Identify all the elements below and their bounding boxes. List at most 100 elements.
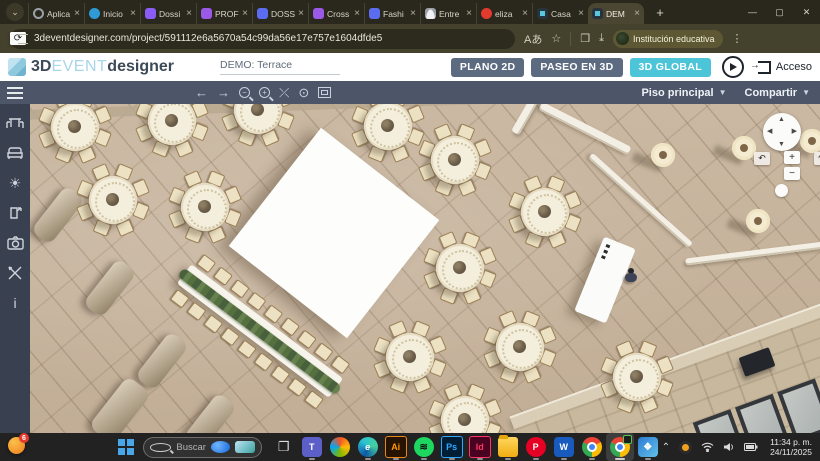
bookmark-star-icon[interactable]: ☆ xyxy=(551,32,561,45)
tab-close-icon[interactable]: × xyxy=(354,8,360,19)
hamburger-menu-icon[interactable] xyxy=(0,91,30,94)
zoom-in-button[interactable]: + xyxy=(784,151,800,164)
teams-taskbar-item[interactable]: T xyxy=(298,433,326,461)
browser-tab-aplica[interactable]: Aplica × xyxy=(28,3,84,24)
camera-icon[interactable] xyxy=(6,234,24,252)
word-taskbar-item[interactable]: W xyxy=(550,433,578,461)
view-button-plano-2d[interactable]: PLANO 2D xyxy=(450,57,525,77)
photoshop-taskbar-item[interactable]: Ps xyxy=(438,433,466,461)
tab-close-icon[interactable]: × xyxy=(242,8,248,19)
person-figure[interactable] xyxy=(625,268,637,283)
maximize-window-icon[interactable]: ▢ xyxy=(766,0,793,24)
tools-icon[interactable] xyxy=(6,264,24,282)
rotate-left-icon[interactable]: ↶ xyxy=(754,152,770,165)
hidden-icons-chevron[interactable]: ⌃ xyxy=(662,442,670,453)
zoom-in-icon[interactable]: + xyxy=(259,87,270,98)
export-icon[interactable] xyxy=(6,204,24,222)
floor-dropdown[interactable]: Piso principal ▼ xyxy=(641,87,726,99)
chair[interactable] xyxy=(203,314,224,334)
project-name-input[interactable]: DEMO: Terrace xyxy=(219,59,340,75)
view-button-3d-global[interactable]: 3D GLOBAL xyxy=(629,57,711,77)
taskbar-search[interactable]: Buscar xyxy=(143,436,262,458)
tab-close-icon[interactable]: × xyxy=(634,8,640,19)
access-button[interactable]: Acceso xyxy=(750,60,812,74)
zoom-out-icon[interactable]: − xyxy=(239,87,250,98)
chair[interactable] xyxy=(296,329,317,350)
url-text[interactable]: 3deventdesigner.com/project/591112e6a567… xyxy=(34,33,382,44)
pan-up-icon[interactable]: ▲ xyxy=(778,116,785,123)
browser-tab-dossi[interactable]: Dossi × xyxy=(140,3,196,24)
browser-tab-eliza[interactable]: eliza × xyxy=(476,3,532,24)
volume-icon[interactable] xyxy=(723,442,735,452)
copilot-taskbar-item[interactable] xyxy=(326,433,354,461)
photos-taskbar-item[interactable]: ❖ xyxy=(634,433,662,461)
translate-icon[interactable]: Aあ xyxy=(524,31,542,47)
undo-arrow-icon[interactable]: ← xyxy=(195,86,208,99)
notification-bubble[interactable]: 6 xyxy=(8,433,29,454)
minimize-window-icon[interactable]: — xyxy=(739,0,766,24)
wifi-icon[interactable] xyxy=(701,442,714,452)
sun-icon[interactable]: ☀ xyxy=(6,174,24,192)
browser-profile-chip[interactable]: Institución educativa xyxy=(612,29,723,48)
tab-groups-icon[interactable]: ❒ xyxy=(580,32,590,45)
center-view-icon[interactable]: ⊙ xyxy=(298,86,309,99)
chair[interactable] xyxy=(246,291,267,312)
edge-taskbar-item[interactable]: e xyxy=(354,433,382,461)
tab-close-icon[interactable]: × xyxy=(522,8,528,19)
frame-view-icon[interactable] xyxy=(318,87,332,98)
chair[interactable] xyxy=(169,289,190,309)
new-tab-button[interactable]: + xyxy=(650,2,670,22)
illustrator-taskbar-item[interactable]: Ai xyxy=(382,433,410,461)
redo-arrow-icon[interactable]: → xyxy=(217,86,230,99)
chair[interactable] xyxy=(236,339,257,359)
browser-tab-doss[interactable]: DOSS × xyxy=(252,3,308,24)
chair[interactable] xyxy=(270,364,291,385)
tab-close-icon[interactable]: × xyxy=(410,8,416,19)
app-logo[interactable]: 3D EVENT designer xyxy=(8,58,174,76)
expand-icon[interactable]: ⤫ xyxy=(279,86,289,99)
chair[interactable] xyxy=(229,279,250,299)
pan-left-icon[interactable]: ◀ xyxy=(767,127,772,135)
browser-tab-fashi[interactable]: Fashi × xyxy=(364,3,420,24)
table-furniture-icon[interactable] xyxy=(6,114,24,132)
battery-icon[interactable] xyxy=(744,443,758,451)
chrome-active-taskbar-item[interactable] xyxy=(605,433,634,461)
browser-tab-prof[interactable]: PROF × xyxy=(196,3,252,24)
chair[interactable] xyxy=(263,304,284,324)
chair[interactable] xyxy=(220,326,240,347)
search-highlight-icon[interactable] xyxy=(235,441,255,453)
tab-close-icon[interactable]: × xyxy=(466,8,472,19)
browser-tab-inicio[interactable]: Inicio × xyxy=(84,3,140,24)
scene-canvas[interactable]: ▲ ▼ ◀ ▶ ↶ + ↷ − xyxy=(30,104,820,433)
tilt-ball-control[interactable] xyxy=(775,184,788,197)
tab-close-icon[interactable]: × xyxy=(298,8,304,19)
chair[interactable] xyxy=(304,390,324,410)
tab-close-icon[interactable]: × xyxy=(130,8,136,19)
chair[interactable] xyxy=(313,342,334,362)
url-field[interactable]: 3deventdesigner.com/project/591112e6a567… xyxy=(10,28,515,49)
tab-close-icon[interactable]: × xyxy=(578,8,584,19)
browser-tab-entre[interactable]: Entre × xyxy=(420,3,476,24)
download-icon[interactable]: ⤓ xyxy=(599,32,604,45)
zoom-out-button[interactable]: − xyxy=(784,167,800,180)
close-window-icon[interactable]: ✕ xyxy=(793,0,820,24)
chair[interactable] xyxy=(196,253,217,274)
view-button-paseo-en-3d[interactable]: PASEO EN 3D xyxy=(531,57,623,77)
explorer-taskbar-item[interactable] xyxy=(494,433,522,461)
indesign-taskbar-item[interactable]: Id xyxy=(466,433,494,461)
browser-tab-cross[interactable]: Cross × xyxy=(308,3,364,24)
pan-right-icon[interactable]: ▶ xyxy=(792,127,797,135)
share-dropdown[interactable]: Compartir ▼ xyxy=(745,87,810,99)
start-button[interactable] xyxy=(118,439,134,455)
browser-tab-dem[interactable]: DEM × xyxy=(588,3,644,24)
antivirus-tray-icon[interactable] xyxy=(679,440,693,454)
sofa-icon[interactable] xyxy=(6,144,24,162)
browser-tab-casa[interactable]: Casa × xyxy=(532,3,588,24)
chair[interactable] xyxy=(280,317,301,337)
spotify-taskbar-item[interactable]: ≋ xyxy=(410,433,438,461)
chair[interactable] xyxy=(287,377,308,397)
chair[interactable] xyxy=(253,352,274,372)
search-highlight-icon[interactable] xyxy=(210,441,231,453)
browser-menu-icon[interactable]: ⋮ xyxy=(732,32,743,45)
site-info-icon[interactable] xyxy=(18,33,28,44)
